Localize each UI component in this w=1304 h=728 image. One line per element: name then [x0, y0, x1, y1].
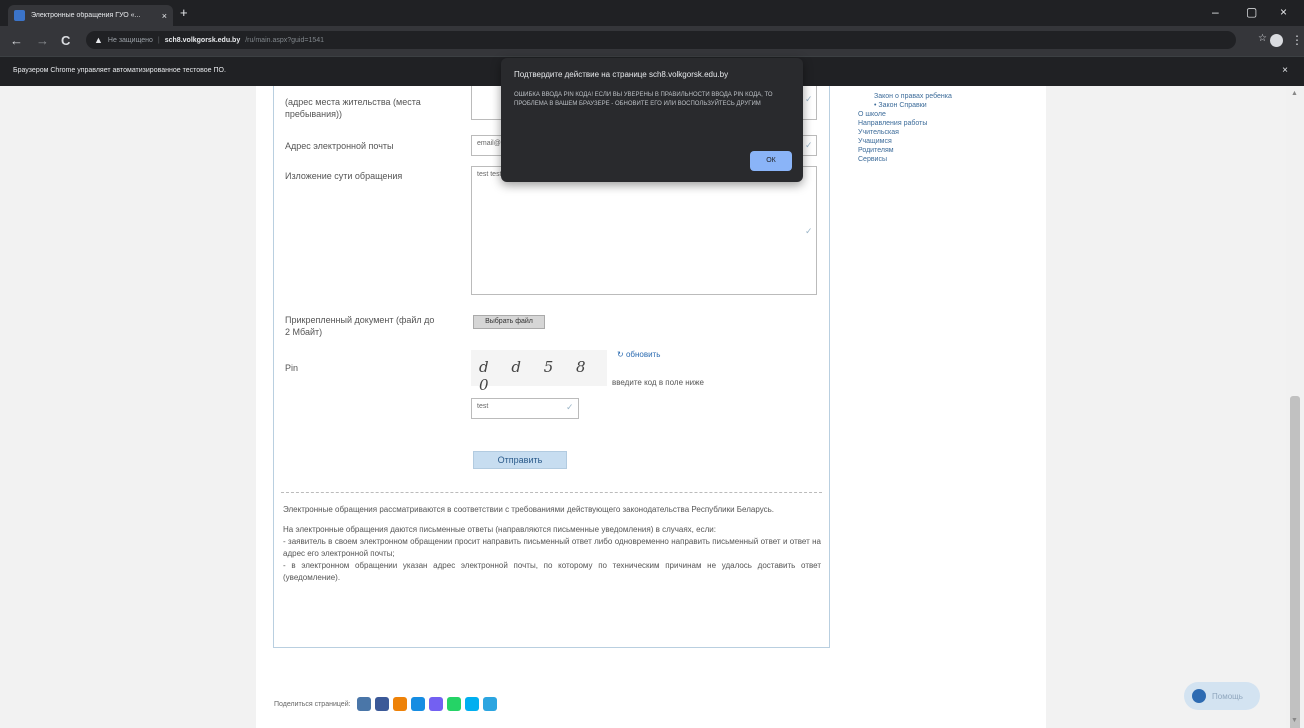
page-scrollbar[interactable]: ▲ ▼	[1286, 86, 1304, 728]
bookmark-star-icon[interactable]: ☆	[1258, 33, 1267, 44]
scroll-up-icon[interactable]: ▲	[1291, 90, 1298, 97]
legal-paragraph: Электронные обращения рассматриваются в …	[283, 505, 775, 514]
sidebar-item[interactable]: О школе	[858, 110, 1038, 119]
address-bar[interactable]: ▲ Не защищено | sch8.volkgorsk.edu.by/ru…	[86, 31, 1236, 49]
address-label: (адрес места жительства (места пребывани…	[285, 97, 421, 119]
legal-paragraph: На электронные обращения даются письменн…	[283, 525, 716, 534]
whatsapp-icon[interactable]	[446, 697, 461, 711]
sidebar-item[interactable]: Закон о правах ребенка	[858, 92, 1038, 101]
dialog-title: Подтвердите действие на странице sch8.vo…	[514, 70, 729, 79]
facebook-icon[interactable]	[374, 697, 389, 711]
browser-tab[interactable]: Электронные обращения ГУО «... ×	[8, 5, 173, 26]
pin-label: Pin	[285, 363, 299, 373]
sidebar-nav: Закон о правах ребенка • Закон Справки О…	[858, 92, 1038, 164]
new-tab-button[interactable]: +	[180, 5, 188, 20]
choose-file-button[interactable]: Выбрать файл	[473, 315, 545, 329]
captcha-image: d d 5 8 0	[471, 350, 607, 394]
vk-icon[interactable]	[356, 697, 371, 711]
help-button[interactable]: Помощь	[1184, 682, 1260, 710]
email-label: Адрес электронной почты	[285, 141, 394, 151]
sidebar-item[interactable]: Родителям	[858, 146, 1038, 155]
scrollbar-thumb[interactable]	[1290, 396, 1300, 728]
telegram-icon[interactable]	[482, 697, 497, 711]
refresh-icon: ↻	[617, 350, 626, 359]
sidebar-item-label: Закон Справки	[878, 102, 927, 109]
legal-notice: Электронные обращения рассматриваются в …	[283, 504, 821, 584]
submit-button[interactable]: Отправить	[473, 451, 567, 469]
tab-close-icon[interactable]: ×	[162, 11, 167, 21]
essence-valid-icon: ✓	[805, 226, 813, 236]
minimize-button[interactable]: –	[1212, 5, 1219, 19]
browser-menu-icon[interactable]: ⋮	[1291, 33, 1303, 47]
skype-icon[interactable]	[464, 697, 479, 711]
odnoklassniki-icon[interactable]	[392, 697, 407, 711]
reload-button[interactable]: C	[61, 33, 70, 48]
infobar-close-icon[interactable]: ×	[1282, 65, 1288, 76]
window-close-button[interactable]: ×	[1280, 5, 1287, 19]
scroll-down-icon[interactable]: ▼	[1291, 717, 1298, 724]
alert-dialog: Подтвердите действие на странице sch8.vo…	[501, 58, 803, 182]
legal-paragraph: - заявитель в своем электронном обращени…	[283, 537, 821, 558]
browser-tab-bar: Электронные обращения ГУО «... × + – ▢ ×	[0, 0, 1304, 26]
forward-button[interactable]: →	[36, 33, 49, 48]
pin-valid-icon: ✓	[566, 402, 574, 412]
infobar-message: Браузером Chrome управляет автоматизиров…	[13, 67, 226, 74]
favicon-icon	[14, 10, 25, 21]
pin-input[interactable]: test	[471, 398, 579, 419]
back-button[interactable]: ←	[10, 33, 23, 48]
dialog-message: ОШИБКА ВВОДА PIN КОДА! ЕСЛИ ВЫ УВЕРЕНЫ В…	[514, 92, 773, 107]
essence-label: Изложение сути обращения	[285, 171, 403, 181]
help-label: Помощь	[1212, 691, 1243, 701]
warning-icon: ▲	[94, 35, 103, 45]
sidebar-item[interactable]: Направления работы	[858, 119, 1038, 128]
address-valid-icon: ✓	[805, 94, 813, 104]
share-bar: Поделиться страницей:	[274, 697, 497, 711]
url-path: /ru/main.aspx?guid=1541	[245, 36, 325, 44]
divider	[281, 492, 822, 493]
sidebar-item[interactable]: • Закон Справки	[858, 101, 1038, 110]
browser-toolbar: ← → C ▲ Не защищено | sch8.volkgorsk.edu…	[0, 26, 1304, 56]
dialog-ok-button[interactable]: ОК	[750, 151, 792, 171]
profile-avatar[interactable]	[1270, 34, 1283, 47]
sidebar-item[interactable]: Учительская	[858, 128, 1038, 137]
captcha-hint: введите код в поле ниже	[612, 378, 704, 387]
share-label: Поделиться страницей:	[274, 700, 351, 708]
divider: |	[157, 36, 160, 44]
url-host: sch8.volkgorsk.edu.by	[164, 36, 241, 44]
help-icon	[1192, 689, 1206, 703]
sidebar-item[interactable]: Сервисы	[858, 155, 1038, 164]
tab-title: Электронные обращения ГУО «...	[31, 12, 141, 19]
mail-icon[interactable]	[410, 697, 425, 711]
refresh-captcha-link[interactable]: ↻ обновить	[617, 350, 660, 359]
viber-icon[interactable]	[428, 697, 443, 711]
sidebar-item[interactable]: Учащимся	[858, 137, 1038, 146]
email-valid-icon: ✓	[805, 140, 813, 150]
maximize-button[interactable]: ▢	[1246, 5, 1257, 19]
refresh-label: обновить	[625, 350, 661, 359]
security-label: Не защищено	[107, 36, 153, 44]
attachment-label: Прикрепленный документ (файл до 2 Мбайт)	[285, 315, 435, 337]
essence-textarea[interactable]: test test	[471, 166, 817, 295]
legal-paragraph: - в электронном обращении указан адрес э…	[283, 561, 821, 582]
